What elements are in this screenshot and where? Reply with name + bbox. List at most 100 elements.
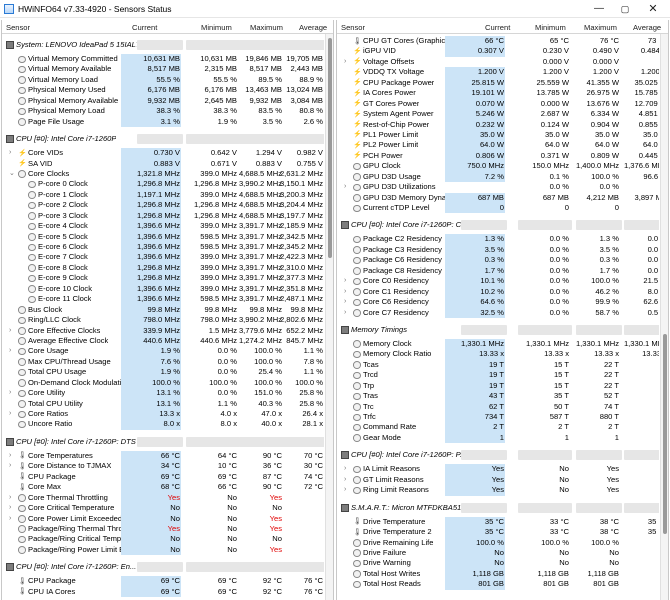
scrollbar-thumb[interactable] bbox=[663, 334, 667, 534]
sensor-row[interactable]: Trp 19 T 15 T 22 T bbox=[337, 380, 659, 392]
chevron-right-icon[interactable]: › bbox=[344, 182, 352, 192]
sensor-row[interactable]: P-core 3 Clock 1,296.8 MHz 1,296.8 MHz 4,68… bbox=[2, 210, 324, 222]
sensor-row[interactable]: P-core 2 Clock 1,296.8 MHz 1,296.8 MHz 4,68… bbox=[2, 200, 324, 211]
sensor-row[interactable]: Command Rate 2 T 2 T 2 T bbox=[337, 422, 659, 433]
sensor-row[interactable]: GPU D3D Memory Dynamic 687 MB 687 MB 4,212 … bbox=[337, 192, 659, 203]
sensor-row[interactable]: E-core 11 Clock 1,396.6 MHz 598.5 MHz 3,391… bbox=[2, 294, 324, 305]
sensor-row[interactable]: ⚡ SA VID 0.883 V 0.671 V 0.883 V 0.755 V bbox=[2, 158, 324, 169]
sensor-row[interactable]: ⚡ IA Cores Power 19.101 W 13.785 W 26.975 W 1… bbox=[337, 88, 659, 99]
chevron-right-icon[interactable]: › bbox=[344, 464, 352, 474]
sensor-group-header[interactable]: S.M.A.R.T.: Micron MTFDKBA512... bbox=[337, 499, 659, 517]
chevron-right-icon[interactable]: › bbox=[9, 514, 17, 524]
sensor-row[interactable]: Drive Warning No No No bbox=[337, 558, 659, 569]
chevron-right-icon[interactable]: › bbox=[344, 308, 352, 318]
sensor-group-header[interactable]: Memory Timings bbox=[337, 321, 659, 339]
sensor-row[interactable]: E-core 9 Clock 1,296.8 MHz 399.0 MHz 3,391.… bbox=[2, 273, 324, 284]
sensor-row[interactable]: Physical Memory Load 38.3 % 38.3 % 83.5 % 80… bbox=[2, 106, 324, 117]
sensor-group-header[interactable]: System: LENOVO IdeaPad 5 15IAL7 bbox=[2, 36, 324, 54]
sensor-row[interactable]: › Core C0 Residency 10.1 % 0.0 % 100.0 % 21.5… bbox=[337, 276, 659, 287]
chevron-right-icon[interactable]: › bbox=[9, 451, 17, 461]
sensor-row[interactable]: › IA Limit Reasons Yes No Yes bbox=[337, 464, 659, 475]
header-sensor[interactable]: Sensor bbox=[341, 23, 365, 32]
sensor-row[interactable]: ⚡PL2 Power Limit 64.0 W 64.0 W 64.0 W 64.0 W bbox=[337, 140, 659, 151]
sensor-row[interactable]: Virtual Memory Committed 10,631 MB 10,631 … bbox=[2, 54, 324, 65]
sensor-row[interactable]: Drive Failure No No No bbox=[337, 547, 659, 559]
sensor-row[interactable]: Physical Memory Available 9,932 MB 2,645 M… bbox=[2, 95, 324, 107]
sensor-row[interactable]: ⚡ CPU Package Power 25.815 W 25.559 W 41.355… bbox=[337, 77, 659, 89]
header-minimum[interactable]: Minimum bbox=[201, 23, 232, 32]
header-sensor[interactable]: Sensor bbox=[6, 23, 30, 32]
scrollbar[interactable] bbox=[325, 34, 333, 600]
sensor-row[interactable]: E-core 4 Clock 1,396.6 MHz 399.0 MHz 3,391.… bbox=[2, 221, 324, 232]
sensor-row[interactable]: Page File Usage 3.1 % 1.9 % 3.5 % 2.6 % bbox=[2, 116, 324, 128]
sensor-row[interactable]: P-core 0 Clock 1,296.8 MHz 1,296.8 MHz 3,99… bbox=[2, 179, 324, 190]
sensor-group-header[interactable]: CPU [#0]: Intel Core i7-1260P: En... bbox=[2, 558, 324, 576]
sensor-row[interactable]: E-core 5 Clock 1,396.6 MHz 598.5 MHz 3,391.… bbox=[2, 231, 324, 242]
sensor-row[interactable]: › Core C6 Residency 64.6 % 0.0 % 99.9 % 62.6 … bbox=[337, 297, 659, 308]
sensor-group-header[interactable]: CPU [#0]: Intel Core i7-1260P: DTS bbox=[2, 433, 324, 451]
header-current[interactable]: Current bbox=[132, 23, 157, 32]
close-button[interactable]: ✕ bbox=[640, 1, 666, 17]
sensor-row[interactable]: Current cTDP Level0000 bbox=[337, 203, 659, 214]
sensor-row[interactable]: Package C2 Residency1.3 %0.0 %1.3 %0.0 % bbox=[337, 234, 659, 245]
sensor-row[interactable]: › Core Ratios 13.3 x 4.0 x 47.0 x 26.4 x bbox=[2, 409, 324, 420]
sensor-row[interactable]: ⚡ Rest-of-Chip Power 0.232 W 0.124 W 0.904 W… bbox=[337, 119, 659, 130]
minimize-button[interactable]: — bbox=[586, 1, 612, 17]
sensor-row[interactable]: › Core Critical Temperature No No No bbox=[2, 503, 324, 514]
sensor-row[interactable]: › 🌡 Core Temperatures 66 °C 64 °C 90 °C 70 °C bbox=[2, 450, 324, 462]
sensor-row[interactable]: Tcas 19 T 15 T 22 T bbox=[337, 359, 659, 371]
sensor-row[interactable]: E-core 6 Clock 1,396.6 MHz 598.5 MHz 3,391.… bbox=[2, 242, 324, 253]
sensor-row[interactable]: › Core C1 Residency 10.2 % 0.0 % 46.2 % 8.0 % bbox=[337, 286, 659, 298]
header-current[interactable]: Current bbox=[485, 23, 510, 32]
sensor-row[interactable]: 🌡 CPU Package 69 °C 69 °C 87 °C 74 °C bbox=[2, 471, 324, 483]
sensor-row[interactable]: Package C6 Residency0.3 %0.0 %0.3 %0.0 % bbox=[337, 255, 659, 266]
maximize-button[interactable]: ▢ bbox=[612, 1, 638, 17]
chevron-right-icon[interactable]: › bbox=[9, 493, 17, 503]
sensor-row[interactable]: 🌡 CPU IA Cores 69 °C 69 °C 92 °C 76 °C bbox=[2, 586, 324, 598]
sensor-row[interactable]: 🌡 CPU Package 69 °C 69 °C 92 °C 76 °C bbox=[2, 576, 324, 587]
sensor-group-header[interactable]: CPU [#0]: Intel Core i7-1260P bbox=[2, 130, 324, 148]
sensor-row[interactable]: 🌡Drive Temperature 35 °C 33 °C 38 °C 35 °C bbox=[337, 516, 659, 528]
sensor-row[interactable]: 🌡 CPU GT Cores (Graphics) 66 °C 65 °C 76 °C 7… bbox=[337, 36, 659, 47]
sensor-row[interactable]: Package C8 Residency1.7 %0.0 %1.7 %0.0 % bbox=[337, 265, 659, 277]
title-bar[interactable]: HWiNFO64 v7.33-4920 - Sensors Status — ▢… bbox=[0, 0, 670, 18]
sensor-row[interactable]: ⌄ Core Clocks 1,321.8 MHz 399.0 MHz 4,688.5 … bbox=[2, 168, 324, 180]
sensor-row[interactable]: › Ring Limit Reasons Yes No Yes bbox=[337, 485, 659, 496]
sensor-row[interactable]: › Core Effective Clocks 339.9 MHz 1.5 MHz 3,… bbox=[2, 325, 324, 336]
sensor-row[interactable]: › ⚡ Voltage Offsets 0.000 V 0.000 V bbox=[337, 57, 659, 67]
sensor-row[interactable]: E-core 10 Clock 1,396.6 MHz 399.0 MHz 3,391… bbox=[2, 283, 324, 295]
chevron-right-icon[interactable]: › bbox=[344, 287, 352, 297]
header-average[interactable]: Average bbox=[299, 23, 327, 32]
sensor-row[interactable]: › Core C7 Residency 32.5 % 0.0 % 58.7 % 0.5 % bbox=[337, 307, 659, 318]
chevron-right-icon[interactable]: › bbox=[9, 461, 17, 471]
sensor-row[interactable]: E-core 7 Clock 1,396.6 MHz 399.0 MHz 3,391.… bbox=[2, 252, 324, 263]
sensor-row[interactable]: Uncore Ratio 8.0 x 8.0 x 40.0 x 28.1 x bbox=[2, 419, 324, 430]
chevron-right-icon[interactable]: › bbox=[9, 388, 17, 398]
chevron-right-icon[interactable]: › bbox=[9, 326, 17, 336]
sensor-row[interactable]: Package/Ring Thermal Throttling Yes No Yes bbox=[2, 523, 324, 535]
sensor-row[interactable]: 🌡 Core Max 68 °C 66 °C 90 °C 72 °C bbox=[2, 482, 324, 493]
sensor-row[interactable]: Drive Remaining Life 100.0 % 100.0 % 100.0 … bbox=[337, 537, 659, 548]
chevron-right-icon[interactable]: › bbox=[344, 297, 352, 307]
sensor-row[interactable]: 🌡Drive Temperature 2 35 °C 33 °C 38 °C 35 °C bbox=[337, 527, 659, 538]
scrollbar-thumb[interactable] bbox=[328, 38, 332, 258]
sensor-row[interactable]: ⚡iGPU VID 0.307 V 0.230 V 0.490 V 0.484 V bbox=[337, 46, 659, 57]
chevron-right-icon[interactable]: › bbox=[344, 475, 352, 485]
sensor-row[interactable]: ⚡PL1 Power Limit 35.0 W 35.0 W 35.0 W 35.0 W bbox=[337, 129, 659, 141]
sensor-row[interactable]: ⚡ System Agent Power 5.246 W 2.687 W 6.334 W… bbox=[337, 109, 659, 120]
sensor-row[interactable]: ⚡ GT Cores Power 0.070 W 0.000 W 13.676 W 12.… bbox=[337, 98, 659, 110]
header-maximum[interactable]: Maximum bbox=[250, 23, 283, 32]
header-minimum[interactable]: Minimum bbox=[535, 23, 566, 32]
sensor-row[interactable]: › GPU D3D Utilizations 0.0 % 0.0 % bbox=[337, 182, 659, 192]
scrollbar[interactable] bbox=[660, 34, 668, 600]
header-average[interactable]: Average bbox=[633, 23, 661, 32]
sensor-row[interactable]: Total CPU Utility 13.1 % 1.1 % 40.3 % 25.8 % bbox=[2, 398, 324, 409]
sensor-row[interactable]: Package C3 Residency3.5 %0.0 %3.5 %0.0 % bbox=[337, 244, 659, 256]
sensor-row[interactable]: › Core Usage 1.9 % 0.0 % 100.0 % 1.1 % bbox=[2, 346, 324, 357]
chevron-right-icon[interactable]: › bbox=[9, 346, 17, 356]
sensor-row[interactable]: ⚡PCH Power 0.806 W 0.371 W 0.809 W 0.445 W bbox=[337, 150, 659, 162]
sensor-row[interactable]: Max CPU/Thread Usage 7.6 % 0.0 % 100.0 % 7.8… bbox=[2, 356, 324, 368]
sensor-row[interactable]: Package/Ring Critical Temperature No No No bbox=[2, 534, 324, 545]
chevron-right-icon[interactable]: › bbox=[344, 276, 352, 286]
sensor-row[interactable]: › Core Power Limit Exceeded No No Yes bbox=[2, 513, 324, 524]
